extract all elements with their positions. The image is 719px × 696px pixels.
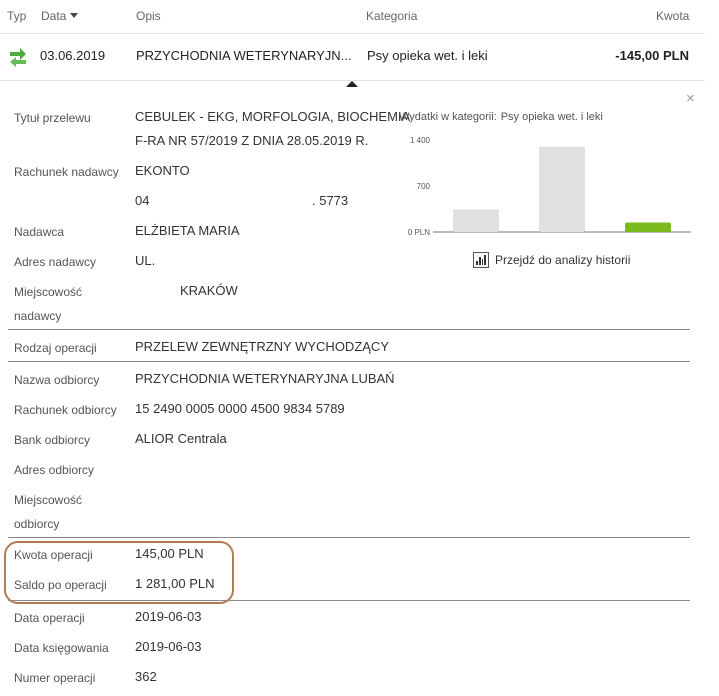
chart-bar[interactable] xyxy=(625,222,671,232)
label-tytul: Tytuł przelewu xyxy=(14,111,91,125)
label-nadawca: Nadawca xyxy=(14,225,65,239)
label-rachunek-nadawcy: Rachunek nadawcy xyxy=(14,165,119,179)
column-header-typ[interactable]: Typ xyxy=(7,9,26,23)
label-bank-odbiorcy: Bank odbiorcy xyxy=(14,433,91,447)
value-rachunek-nadawcy-start: 04 xyxy=(135,193,150,208)
divider xyxy=(8,361,690,362)
value-rachunek-odbiorcy: 15 2490 0005 0000 4500 9834 5789 xyxy=(135,401,345,416)
analysis-history-link[interactable]: Przejdź do analizy historii xyxy=(473,252,630,268)
label-miejscowosc-odbiorcy-2: odbiorcy xyxy=(14,517,60,531)
transaction-amount: -145,00 PLN xyxy=(615,48,689,63)
category-spending-chart: 1 400 700 0 PLN xyxy=(408,136,691,237)
column-header-data-label: Data xyxy=(41,9,67,23)
bar-chart-icon xyxy=(473,252,489,268)
value-tytul-line1: CEBULEK - EKG, MORFOLOGIA, BIOCHEMIA xyxy=(135,109,411,124)
label-rachunek-odbiorcy: Rachunek odbiorcy xyxy=(14,403,117,417)
analysis-history-label: Przejdź do analizy historii xyxy=(495,253,631,267)
value-data-ksiegowania: 2019-06-03 xyxy=(135,639,202,654)
label-numer-operacji: Numer operacji xyxy=(14,671,96,685)
label-adres-odbiorcy: Adres odbiorcy xyxy=(14,463,95,477)
value-miejscowosc-nadawcy: KRAKÓW xyxy=(180,283,238,298)
table-header: Typ Data Opis Kategoria Kwota xyxy=(0,0,705,34)
column-header-data[interactable]: Data xyxy=(41,9,79,23)
value-nadawca: ELŻBIETA MARIA xyxy=(135,223,240,238)
value-rodzaj-operacji: PRZELEW ZEWNĘTRZNY WYCHODZĄCY xyxy=(135,339,389,354)
transaction-row[interactable]: 03.06.2019 PRZYCHODNIA WETERYNARYJN... P… xyxy=(0,35,705,81)
value-rachunek-nadawcy-bank: EKONTO xyxy=(135,163,190,178)
label-data-ksiegowania: Data księgowania xyxy=(14,641,109,655)
label-miejscowosc-nadawcy-2: nadawcy xyxy=(14,309,62,323)
column-header-kwota[interactable]: Kwota xyxy=(656,9,689,23)
label-data-operacji: Data operacji xyxy=(14,611,85,625)
label-miejscowosc-nadawcy-1: Miejscowość xyxy=(14,285,83,299)
transaction-description: PRZYCHODNIA WETERYNARYJN... xyxy=(136,48,352,63)
value-adres-nadawcy: UL. xyxy=(135,253,156,268)
value-bank-odbiorcy: ALIOR Centrala xyxy=(135,431,227,446)
column-header-kategoria[interactable]: Kategoria xyxy=(366,9,417,23)
label-miejscowosc-odbiorcy-1: Miejscowość xyxy=(14,493,83,507)
details-pointer xyxy=(346,81,358,87)
divider xyxy=(8,537,690,538)
close-icon[interactable]: × xyxy=(686,90,695,107)
transaction-date: 03.06.2019 xyxy=(40,48,106,63)
transaction-category[interactable]: Psy opieka wet. i leki xyxy=(367,48,488,63)
sort-desc-icon xyxy=(70,13,79,18)
value-tytul-line2: F-RA NR 57/2019 Z DNIA 28.05.2019 R. xyxy=(135,133,369,148)
chart-title-label: Wydatki w kategorii: xyxy=(399,111,497,123)
transfer-arrows-icon xyxy=(9,45,27,72)
y-tick-label: 1 400 xyxy=(410,136,431,145)
chart-bar[interactable] xyxy=(539,146,585,232)
value-rachunek-nadawcy-end: . 5773 xyxy=(312,193,349,208)
value-data-operacji: 2019-06-03 xyxy=(135,609,202,624)
column-header-opis[interactable]: Opis xyxy=(136,9,161,23)
value-numer-operacji: 362 xyxy=(135,669,157,684)
y-tick-label: 700 xyxy=(417,182,431,191)
label-nazwa-odbiorcy: Nazwa odbiorcy xyxy=(14,373,100,387)
value-nazwa-odbiorcy: PRZYCHODNIA WETERYNARYJNA LUBAŃ xyxy=(135,371,395,386)
chart-bar[interactable] xyxy=(453,209,499,232)
label-adres-nadawcy: Adres nadawcy xyxy=(14,255,97,269)
chart-title-category: Psy opieka wet. i leki xyxy=(500,111,603,123)
y-tick-label: 0 PLN xyxy=(408,228,430,237)
divider xyxy=(8,329,690,330)
label-rodzaj-operacji: Rodzaj operacji xyxy=(14,341,97,355)
chart-title: Wydatki w kategorii: Psy opieka wet. i le… xyxy=(399,111,603,123)
divider xyxy=(8,600,690,601)
highlight-annotation xyxy=(4,541,234,604)
